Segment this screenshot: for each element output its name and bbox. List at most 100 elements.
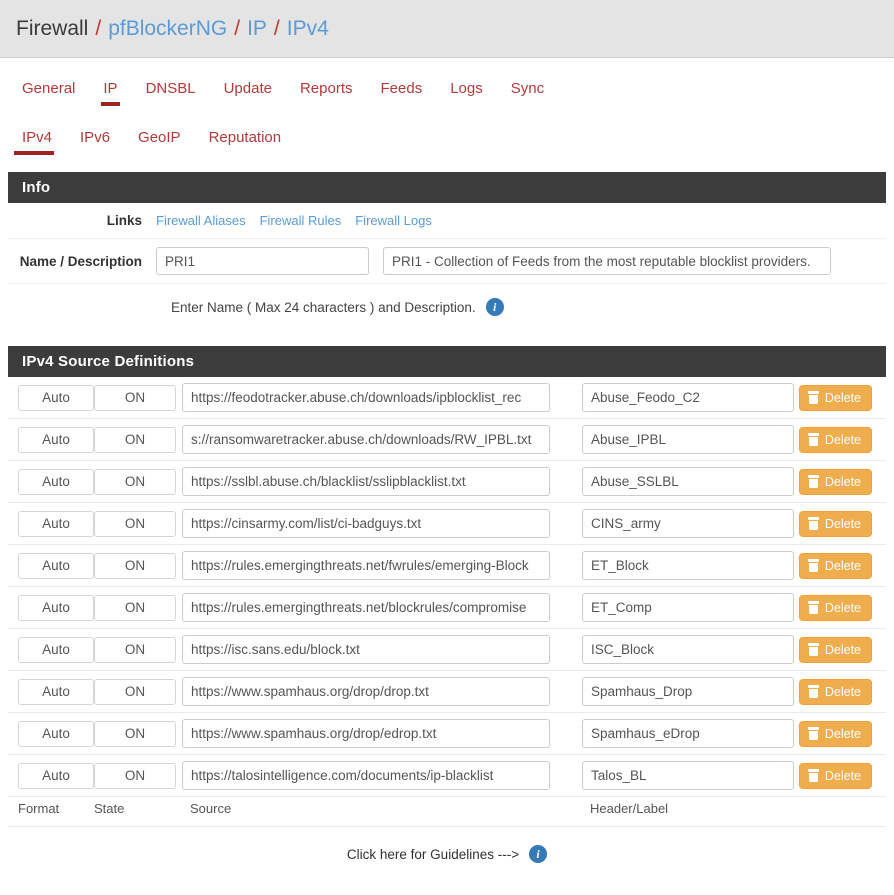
source-url-input[interactable] bbox=[182, 425, 550, 454]
header-label-input[interactable] bbox=[582, 425, 794, 454]
source-url-input[interactable] bbox=[182, 383, 550, 412]
column-label-source: Source bbox=[190, 801, 232, 816]
header-label-input[interactable] bbox=[582, 635, 794, 664]
links-list: Firewall Aliases Firewall Rules Firewall… bbox=[156, 213, 886, 228]
header-label-input[interactable] bbox=[582, 551, 794, 580]
tab-general[interactable]: General bbox=[12, 80, 89, 111]
tab-logs[interactable]: Logs bbox=[436, 80, 497, 111]
header-label-input[interactable] bbox=[582, 467, 794, 496]
tab-reports[interactable]: Reports bbox=[286, 80, 367, 111]
source-url-input[interactable] bbox=[182, 551, 550, 580]
state-select[interactable]: ON bbox=[94, 552, 176, 579]
format-select[interactable]: Auto bbox=[18, 510, 94, 537]
trash-icon bbox=[807, 559, 819, 572]
breadcrumb-root: Firewall bbox=[16, 16, 89, 40]
link-firewall-rules[interactable]: Firewall Rules bbox=[260, 213, 342, 228]
subtab-geoip[interactable]: GeoIP bbox=[124, 129, 195, 160]
delete-button-label: Delete bbox=[824, 600, 861, 615]
state-select[interactable]: ON bbox=[94, 636, 176, 663]
tab-dnsbl[interactable]: DNSBL bbox=[132, 80, 210, 111]
state-select[interactable]: ON bbox=[94, 468, 176, 495]
source-url-input[interactable] bbox=[182, 509, 550, 538]
breadcrumb-bar: Firewall / pfBlockerNG / IP / IPv4 bbox=[0, 0, 894, 58]
guidelines-info-icon[interactable]: i bbox=[529, 845, 548, 863]
format-select[interactable]: Auto bbox=[18, 426, 94, 453]
format-select[interactable]: Auto bbox=[18, 762, 94, 789]
tab-ip[interactable]: IP bbox=[89, 80, 131, 111]
source-url-input[interactable] bbox=[182, 467, 550, 496]
breadcrumb-item-ip[interactable]: IP bbox=[247, 17, 267, 41]
link-firewall-aliases[interactable]: Firewall Aliases bbox=[156, 213, 246, 228]
delete-button-label: Delete bbox=[824, 768, 861, 783]
format-select[interactable]: Auto bbox=[18, 594, 94, 621]
header-label-input[interactable] bbox=[582, 761, 794, 790]
state-select[interactable]: ON bbox=[94, 384, 176, 411]
table-row: Auto ON Delete bbox=[8, 713, 886, 755]
header-label-input[interactable] bbox=[582, 383, 794, 412]
delete-button[interactable]: Delete bbox=[798, 720, 872, 747]
state-select[interactable]: ON bbox=[94, 510, 176, 537]
name-input[interactable] bbox=[156, 247, 369, 275]
state-select[interactable]: ON bbox=[94, 720, 176, 747]
column-label-header: Header/Label bbox=[590, 801, 669, 816]
delete-button[interactable]: Delete bbox=[798, 678, 872, 705]
source-url-input[interactable] bbox=[182, 635, 550, 664]
link-firewall-logs[interactable]: Firewall Logs bbox=[355, 213, 432, 228]
column-labels-row: Format State Source Header/Label bbox=[8, 797, 886, 826]
delete-button-label: Delete bbox=[824, 558, 861, 573]
state-select[interactable]: ON bbox=[94, 762, 176, 789]
info-panel-title: Info bbox=[8, 172, 886, 203]
header-label-input[interactable] bbox=[582, 719, 794, 748]
breadcrumb-item-ipv4[interactable]: IPv4 bbox=[287, 17, 329, 41]
ipv4-source-definitions-panel: IPv4 Source Definitions Auto ON Delete A… bbox=[8, 346, 886, 873]
info-icon[interactable]: i bbox=[485, 298, 504, 316]
trash-icon bbox=[807, 727, 819, 740]
header-label-input[interactable] bbox=[582, 593, 794, 622]
format-select[interactable]: Auto bbox=[18, 720, 94, 747]
state-select[interactable]: ON bbox=[94, 426, 176, 453]
delete-button[interactable]: Delete bbox=[798, 384, 872, 411]
tab-sync[interactable]: Sync bbox=[497, 80, 558, 111]
source-panel-title: IPv4 Source Definitions bbox=[8, 346, 886, 377]
tab-update[interactable]: Update bbox=[210, 80, 286, 111]
header-label-input[interactable] bbox=[582, 509, 794, 538]
delete-button[interactable]: Delete bbox=[798, 426, 872, 453]
source-url-input[interactable] bbox=[182, 677, 550, 706]
delete-button[interactable]: Delete bbox=[798, 510, 872, 537]
info-panel-body: Links Firewall Aliases Firewall Rules Fi… bbox=[8, 203, 886, 334]
format-select[interactable]: Auto bbox=[18, 468, 94, 495]
format-select[interactable]: Auto bbox=[18, 636, 94, 663]
breadcrumb-separator: / bbox=[273, 16, 280, 40]
primary-nav-tabs: General IP DNSBL Update Reports Feeds Lo… bbox=[0, 58, 894, 111]
state-select[interactable]: ON bbox=[94, 678, 176, 705]
table-row: Auto ON Delete bbox=[8, 755, 886, 797]
links-label: Links bbox=[106, 213, 142, 228]
links-row: Links Firewall Aliases Firewall Rules Fi… bbox=[8, 203, 886, 239]
name-description-row: Name / Description bbox=[8, 239, 886, 284]
tab-feeds[interactable]: Feeds bbox=[367, 80, 437, 111]
delete-button[interactable]: Delete bbox=[798, 594, 872, 621]
subtab-ipv6[interactable]: IPv6 bbox=[66, 129, 124, 160]
source-url-input[interactable] bbox=[182, 719, 550, 748]
delete-button[interactable]: Delete bbox=[798, 636, 872, 663]
table-row: Auto ON Delete bbox=[8, 419, 886, 461]
source-url-input[interactable] bbox=[182, 761, 550, 790]
format-select[interactable]: Auto bbox=[18, 678, 94, 705]
guidelines-row: Click here for Guidelines ---> i bbox=[8, 826, 886, 873]
trash-icon bbox=[807, 643, 819, 656]
trash-icon bbox=[807, 391, 819, 404]
state-select[interactable]: ON bbox=[94, 594, 176, 621]
table-row: Auto ON Delete bbox=[8, 377, 886, 419]
source-url-input[interactable] bbox=[182, 593, 550, 622]
delete-button[interactable]: Delete bbox=[798, 762, 872, 789]
format-select[interactable]: Auto bbox=[18, 552, 94, 579]
description-input[interactable] bbox=[383, 247, 831, 275]
subtab-reputation[interactable]: Reputation bbox=[195, 129, 296, 160]
breadcrumb-item-pfblockerng[interactable]: pfBlockerNG bbox=[108, 17, 227, 41]
subtab-ipv4[interactable]: IPv4 bbox=[12, 129, 66, 160]
format-select[interactable]: Auto bbox=[18, 384, 94, 411]
delete-button[interactable]: Delete bbox=[798, 468, 872, 495]
header-label-input[interactable] bbox=[582, 677, 794, 706]
table-row: Auto ON Delete bbox=[8, 461, 886, 503]
delete-button[interactable]: Delete bbox=[798, 552, 872, 579]
